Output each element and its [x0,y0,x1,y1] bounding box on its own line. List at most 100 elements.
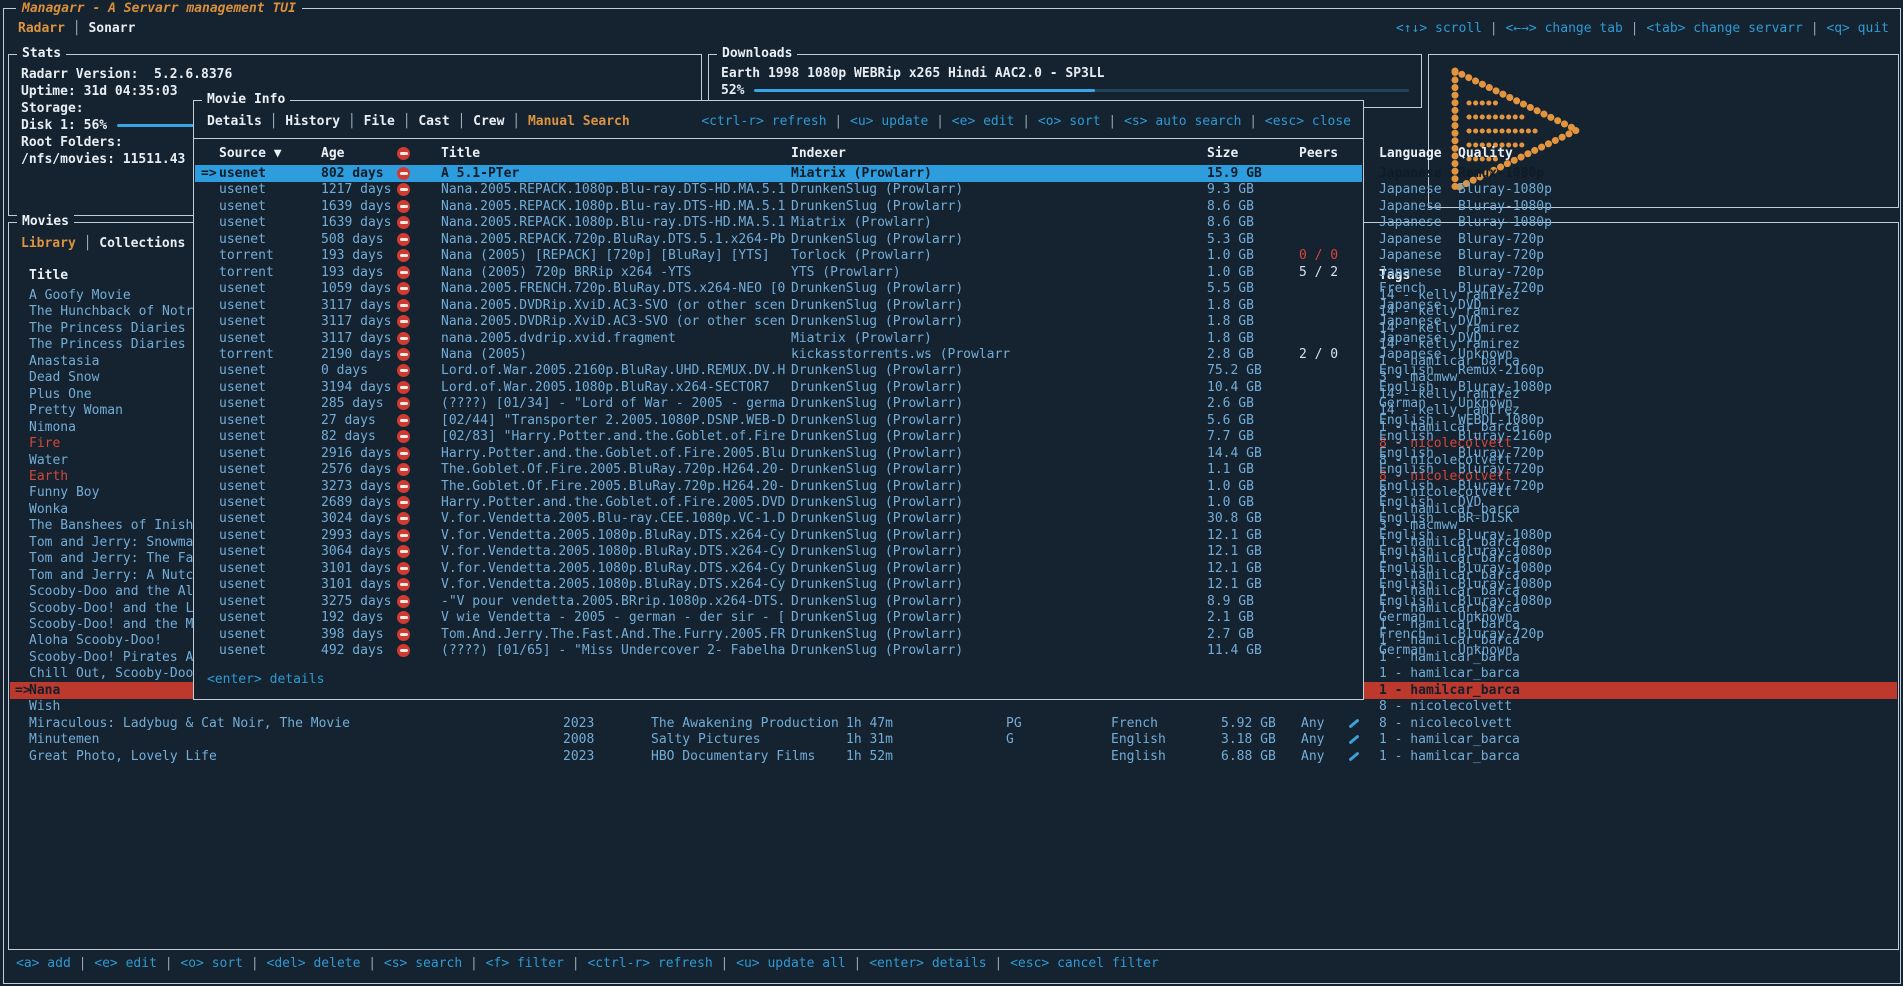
release-row[interactable]: usenet1639 daysNana.2005.REPACK.1080p.Bl… [195,198,1362,215]
release-row[interactable]: usenet3101 daysV.for.Vendetta.2005.1080p… [195,560,1362,577]
search-header-title[interactable]: Title [441,145,480,162]
search-header-age[interactable]: Age [321,145,344,162]
movie-row[interactable]: Great Photo, Lovely Life2023HBO Document… [10,748,1897,765]
release-row[interactable]: usenet3273 daysThe.Goblet.Of.Fire.2005.B… [195,478,1362,495]
release-row[interactable]: usenet1639 daysNana.2005.REPACK.1080p.Bl… [195,214,1362,231]
release-quality: Unknown [1458,346,1513,363]
release-row[interactable]: usenet27 days[02/44] "Transporter 2.2005… [195,412,1362,429]
search-table-body[interactable]: =>usenet802 daysA 5.1-PTerMiatrix (Prowl… [195,165,1362,671]
tab-collections[interactable]: Collections [99,236,185,251]
tab-manual-search[interactable]: Manual Search [528,114,630,129]
release-source: usenet [219,395,266,412]
movie-row[interactable]: Wish8 - nicolecolvett [10,698,1897,715]
tab-file[interactable]: File [364,114,395,129]
release-row[interactable]: usenet2993 daysV.for.Vendetta.2005.1080p… [195,527,1362,544]
tab-details[interactable]: Details [207,114,262,129]
tab-sonarr[interactable]: Sonarr [88,21,135,36]
movie-quality-profile: Any [1301,731,1324,748]
release-row[interactable]: usenet2576 daysThe.Goblet.Of.Fire.2005.B… [195,461,1362,478]
release-row[interactable]: usenet82 days[02/83] "Harry.Potter.and.t… [195,428,1362,445]
tab-radarr[interactable]: Radarr [18,21,65,36]
release-row[interactable]: usenet3117 daysnana.2005.dvdrip.xvid.fra… [195,330,1362,347]
release-age: 193 days [321,247,384,264]
movie-year: 2023 [563,748,594,765]
release-title: Lord.of.War.2005.2160p.BluRay.UHD.REMUX.… [441,362,785,379]
release-indexer: DrunkenSlug (Prowlarr) [791,181,963,198]
monitored-pencil-icon [1346,748,1362,765]
search-header-source-sorted[interactable]: Source ▼ [219,145,282,162]
tab-library[interactable]: Library [21,236,76,251]
release-quality: DVD [1458,494,1481,511]
release-language: German [1379,642,1426,659]
top-keybar: <↑↓> scroll | <←→> change tab | <tab> ch… [1396,20,1889,37]
release-quality: Bluray-720p [1458,247,1544,264]
monitored-pencil-icon [1346,715,1362,732]
movies-header-title[interactable]: Title [29,267,68,284]
release-size: 12.1 GB [1207,560,1262,577]
movie-tag: 1 - hamilcar_barca [1379,682,1520,699]
release-row[interactable]: usenet3275 days-"V pour vendetta.2005.BR… [195,593,1362,610]
release-quality: Bluray-1080p [1458,181,1552,198]
release-row[interactable]: usenet3024 daysV.for.Vendetta.2005.Blu-r… [195,510,1362,527]
search-header-size[interactable]: Size [1207,145,1238,162]
rejected-icon [397,447,410,460]
movie-row[interactable]: Miraculous: Ladybug & Cat Noir, The Movi… [10,715,1897,732]
movie-title: Miraculous: Ladybug & Cat Noir, The Movi… [29,715,350,732]
tab-cast[interactable]: Cast [418,114,449,129]
keybar-separator: | [462,956,485,971]
release-size: 8.6 GB [1207,198,1254,215]
release-row[interactable]: =>usenet802 daysA 5.1-PTerMiatrix (Prowl… [195,165,1362,182]
release-row[interactable]: usenet3064 daysV.for.Vendetta.2005.1080p… [195,543,1362,560]
uptime-line: Uptime: 31d 04:35:03 [9,83,701,100]
release-title: Harry.Potter.and.the.Goblet.of.Fire.2005… [441,494,785,511]
release-language: English [1379,543,1434,560]
release-title: V.for.Vendetta.2005.1080p.BluRay.DTS.x26… [441,543,785,560]
release-row[interactable]: usenet0 daysLord.of.War.2005.2160p.BluRa… [195,362,1362,379]
search-header-peers[interactable]: Peers [1299,145,1338,162]
release-row[interactable]: usenet2689 daysHarry.Potter.and.the.Gobl… [195,494,1362,511]
release-row[interactable]: usenet3117 daysNana.2005.DVDRip.XviD.AC3… [195,313,1362,330]
release-row[interactable]: usenet2916 daysHarry.Potter.and.the.Gobl… [195,445,1362,462]
release-row[interactable]: usenet285 days(????) [01/34] - "Lord of … [195,395,1362,412]
movie-year: 2008 [563,731,594,748]
release-age: 285 days [321,395,384,412]
downloads-body: Earth 1998 1080p WEBRip x265 Hindi AAC2.… [709,65,1421,99]
search-header-language[interactable]: Language [1379,145,1442,162]
rejected-icon [397,249,410,262]
release-language: Japanese [1379,247,1442,264]
release-row[interactable]: usenet1059 daysNana.2005.FRENCH.720p.Blu… [195,280,1362,297]
release-row[interactable]: usenet492 days(????) [01/65] - "Miss Und… [195,642,1362,659]
movie-title: Dead Snow [29,369,99,386]
movie-title: Minutemen [29,731,99,748]
release-size: 2.7 GB [1207,626,1254,643]
release-age: 193 days [321,264,384,281]
release-row[interactable]: torrent193 daysNana (2005) [REPACK] [720… [195,247,1362,264]
movie-title: Scooby-Doo! Pirates A [29,649,193,666]
keybar-separator: | [157,956,180,971]
release-row[interactable]: usenet508 daysNana.2005.REPACK.720p.BluR… [195,231,1362,248]
release-row[interactable]: usenet3101 daysV.for.Vendetta.2005.1080p… [195,576,1362,593]
release-row[interactable]: usenet3194 daysLord.of.War.2005.1080p.Bl… [195,379,1362,396]
tab-crew[interactable]: Crew [473,114,504,129]
release-row[interactable]: usenet3117 daysNana.2005.DVDRip.XviD.AC3… [195,297,1362,314]
key-hint: <esc> cancel filter [1010,956,1159,971]
release-quality: Bluray-1080p [1458,198,1552,215]
release-language: French [1379,626,1426,643]
release-source: usenet [219,543,266,560]
movie-info-divider [194,138,1363,139]
rejected-icon [397,315,410,328]
release-language: English [1379,527,1434,544]
release-row[interactable]: torrent193 daysNana (2005) 720p BRRip x2… [195,264,1362,281]
release-age: 0 days [321,362,368,379]
release-row[interactable]: usenet1217 daysNana.2005.REPACK.1080p.Bl… [195,181,1362,198]
movie-row[interactable]: Minutemen2008Salty Pictures1h 31mGEnglis… [10,731,1897,748]
tab-history[interactable]: History [285,114,340,129]
release-row[interactable]: torrent2190 daysNana (2005)kickasstorren… [195,346,1362,363]
release-row[interactable]: usenet192 daysV wie Vendetta - 2005 - ge… [195,609,1362,626]
release-row[interactable]: usenet398 daysTom.And.Jerry.The.Fast.And… [195,626,1362,643]
movie-title: Chill Out, Scooby-Doo [29,665,193,682]
search-header-indexer[interactable]: Indexer [791,145,846,162]
movie-tag: 1 - hamilcar_barca [1379,731,1520,748]
movie-title: Scooby-Doo and the Al [29,583,193,600]
search-header-quality[interactable]: Quality [1458,145,1513,162]
